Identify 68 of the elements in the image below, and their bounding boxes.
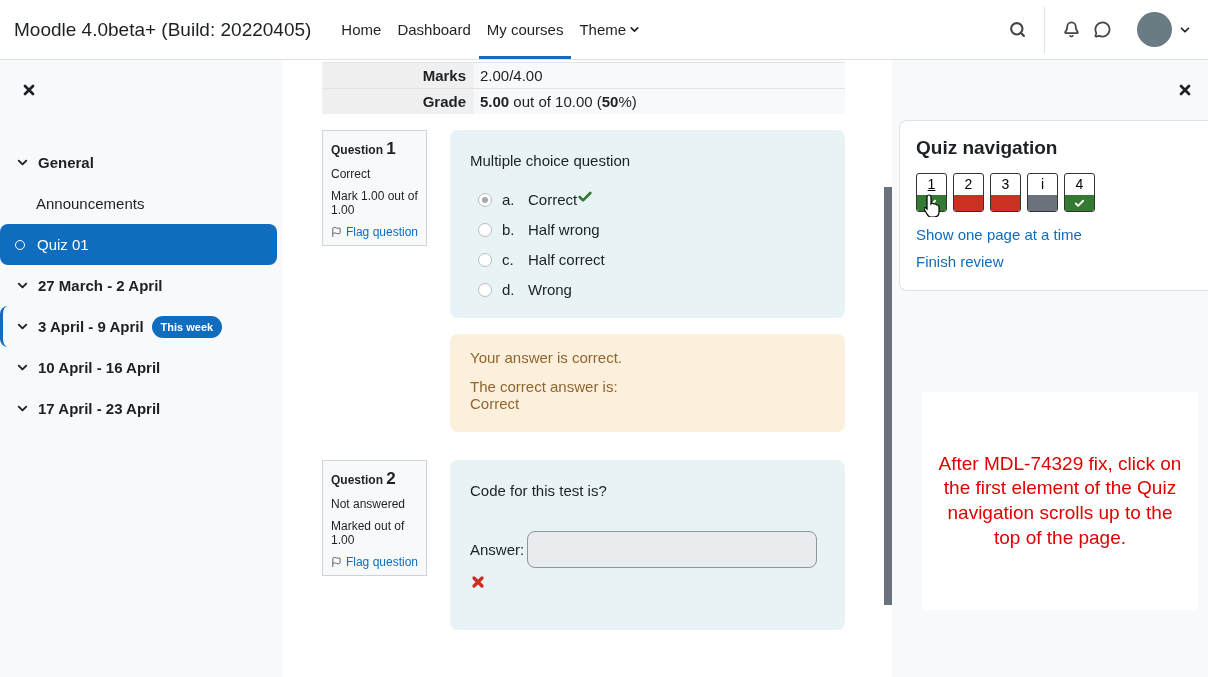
answer-label: Answer: [470, 541, 525, 558]
activity-title: Quiz 01 [37, 236, 89, 253]
section-title: 10 April - 16 April [38, 359, 161, 376]
option-letter: b. [502, 221, 516, 238]
nav-link[interactable]: Dashboard [389, 0, 479, 59]
section-item[interactable]: 17 April - 23 April [0, 388, 277, 429]
option-label: Correct [528, 191, 578, 208]
activity-title: Announcements [36, 195, 145, 212]
avatar[interactable] [1137, 12, 1172, 47]
section-title: General [38, 154, 94, 171]
site-name: Moodle 4.0beta+ (Build: 20220405) [14, 17, 312, 42]
question-number: Question 1 [331, 139, 397, 159]
week-badge: This week [151, 315, 223, 338]
search-icon[interactable] [1009, 21, 1026, 38]
option-label: Half correct [528, 251, 605, 268]
summary-label: Marks [322, 62, 474, 88]
section-title: 27 March - 2 April [38, 277, 163, 294]
flag-question-link[interactable]: Flag question [331, 225, 418, 239]
bell-icon[interactable] [1063, 21, 1080, 38]
check-icon [1074, 197, 1085, 209]
question-nav-button[interactable]: 4 [1064, 173, 1095, 212]
nav-link[interactable]: Show one page at a time [916, 226, 1192, 243]
question-mark: Marked out of 1.00 [331, 519, 406, 547]
nav-link[interactable]: Finish review [916, 253, 1192, 270]
flag-icon [331, 556, 342, 568]
question-nav-button[interactable]: i [1027, 173, 1058, 212]
hand-cursor-icon [924, 193, 942, 217]
close-icon [1177, 82, 1193, 98]
question-nav-button[interactable]: 3 [990, 173, 1021, 212]
option-letter: d. [502, 281, 516, 298]
annotation-note: After MDL-74329 fix, click on the first element of the Quiz navigation scrolls up to the top of the page. [922, 392, 1198, 610]
summary-value: 2.00/4.00 [474, 62, 845, 88]
chat-icon[interactable] [1094, 21, 1111, 38]
radio-button[interactable] [478, 222, 492, 237]
flag-icon [331, 226, 342, 238]
option-letter: a. [502, 191, 516, 208]
option-letter: c. [502, 251, 515, 268]
activity-item[interactable]: Quiz 01 [0, 224, 277, 265]
section-title: 3 April - 9 April [38, 318, 144, 335]
option-label: Wrong [528, 281, 572, 298]
summary-value: 5.00 out of 10.00 (50%) [474, 88, 845, 114]
question-text: Multiple choice question [470, 152, 632, 169]
question-nav-button[interactable]: 2 [953, 173, 984, 212]
nav-link[interactable]: Home [333, 0, 390, 59]
section-item[interactable]: 10 April - 16 April [0, 347, 277, 388]
option-label: Half wrong [528, 221, 600, 238]
close-icon [21, 82, 37, 98]
nav-link[interactable]: Theme [571, 0, 650, 59]
question-state: Correct [331, 167, 372, 181]
feedback-text: Your answer is correct. [470, 349, 623, 366]
scrollbar[interactable] [884, 187, 892, 605]
section-title: 17 April - 23 April [38, 400, 161, 417]
summary-label: Grade [322, 88, 474, 114]
radio-button[interactable] [478, 192, 492, 207]
question-number: Question 2 [331, 469, 397, 489]
question-state: Not answered [331, 497, 407, 511]
flag-question-link[interactable]: Flag question [331, 555, 418, 569]
right-answer: Correct [470, 395, 521, 412]
section-item[interactable]: General [0, 142, 277, 183]
right-answer-label: The correct answer is: [470, 378, 619, 395]
question-text: Code for this test is? [470, 482, 608, 499]
section-item[interactable]: 27 March - 2 April [0, 265, 277, 306]
question-mark: Mark 1.00 out of 1.00 [331, 189, 418, 217]
radio-button[interactable] [478, 252, 492, 267]
section-item[interactable]: 3 April - 9 April This week [0, 306, 277, 347]
radio-button[interactable] [478, 282, 492, 297]
card-title: Quiz navigation [916, 137, 1059, 159]
activity-item[interactable]: Announcements [0, 183, 277, 224]
